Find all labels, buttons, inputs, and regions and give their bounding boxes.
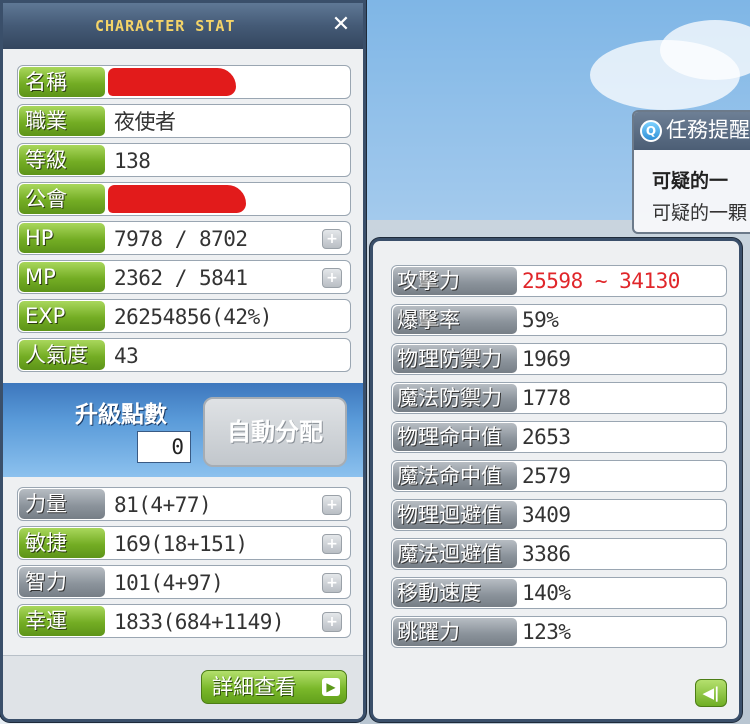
- auto-assign-button[interactable]: 自動分配: [203, 397, 347, 467]
- detail-value: 59%: [522, 308, 559, 332]
- stat-row-int: 智力 101(4+97) +: [17, 565, 351, 599]
- stat-value: 7978 / 8702: [114, 227, 248, 251]
- stat-label: 智力: [19, 567, 105, 597]
- stat-label: 幸運: [19, 606, 105, 636]
- detail-label: 魔法防禦力: [393, 384, 517, 412]
- arrow-right-icon: ▶: [322, 678, 340, 696]
- detail-label: 物理命中值: [393, 423, 517, 451]
- detail-label: 物理防禦力: [393, 345, 517, 373]
- add-luk-button[interactable]: +: [322, 612, 342, 632]
- detail-label: 爆擊率: [393, 306, 517, 334]
- stat-row-str: 力量 81(4+77) +: [17, 487, 351, 521]
- detail-value: 1969: [522, 347, 571, 371]
- stat-label: 敏捷: [19, 528, 105, 558]
- stat-value: 43: [114, 344, 139, 368]
- redaction-mark: [108, 68, 236, 96]
- stat-label: 職業: [19, 106, 105, 136]
- detail-value: 140%: [522, 581, 571, 605]
- quest-name[interactable]: 可疑的一: [652, 166, 728, 193]
- window-title: CHARACTER STAT: [95, 17, 236, 35]
- add-dex-button[interactable]: +: [322, 534, 342, 554]
- stat-row-exp: EXP 26254856(42%): [17, 299, 351, 333]
- redaction-mark: [108, 185, 246, 213]
- stat-row-mp: MP 2362 / 5841 +: [17, 260, 351, 294]
- detail-row-speed: 移動速度 140%: [391, 577, 727, 609]
- add-mp-button[interactable]: +: [322, 268, 342, 288]
- ability-points-value: 0: [137, 431, 191, 463]
- stat-label: EXP: [19, 301, 105, 331]
- stat-label: MP: [19, 262, 105, 292]
- add-hp-button[interactable]: +: [322, 229, 342, 249]
- quest-titlebar[interactable]: Q 任務提醒: [634, 112, 750, 150]
- detail-row-magic-acc: 魔法命中值 2579: [391, 460, 727, 492]
- detail-row-attack: 攻擊力 25598 ~ 34130: [391, 265, 727, 297]
- detail-view-button[interactable]: 詳細查看 ▶: [201, 670, 347, 704]
- stat-value: 138: [114, 149, 151, 173]
- stat-value: 101(4+97): [114, 571, 224, 595]
- quest-icon: Q: [640, 120, 662, 142]
- detail-value: 2579: [522, 464, 571, 488]
- stat-label: 等級: [19, 145, 105, 175]
- detail-stat-window: 攻擊力 25598 ~ 34130 爆擊率 59% 物理防禦力 1969 魔法防…: [370, 238, 742, 722]
- detail-row-phys-def: 物理防禦力 1969: [391, 343, 727, 375]
- stat-row-level: 等級 138: [17, 143, 351, 177]
- stat-label: 公會: [19, 184, 105, 214]
- stat-row-name: 名稱: [17, 65, 351, 99]
- detail-value: 1778: [522, 386, 571, 410]
- stat-value: 1833(684+1149): [114, 610, 285, 634]
- detail-value: 3386: [522, 542, 571, 566]
- stat-label: 人氣度: [19, 340, 105, 370]
- detail-label: 攻擊力: [393, 267, 517, 295]
- stat-label: 名稱: [19, 67, 105, 97]
- detail-view-label: 詳細查看: [212, 675, 296, 699]
- add-int-button[interactable]: +: [322, 573, 342, 593]
- detail-label: 魔法命中值: [393, 462, 517, 490]
- ability-points-panel: 升級點數 0 自動分配: [3, 383, 363, 477]
- stat-label: HP: [19, 223, 105, 253]
- stat-value: 169(18+151): [114, 532, 248, 556]
- quest-title: 任務提醒: [666, 118, 750, 142]
- detail-row-phys-avoid: 物理迴避值 3409: [391, 499, 727, 531]
- stat-row-guild: 公會: [17, 182, 351, 216]
- collapse-button[interactable]: ◀|: [695, 679, 727, 707]
- detail-label: 跳躍力: [393, 618, 517, 646]
- ability-points-label: 升級點數: [75, 402, 167, 428]
- detail-label: 移動速度: [393, 579, 517, 607]
- quest-reminder-window[interactable]: Q 任務提醒 可疑的一 可疑的一顆: [632, 110, 750, 234]
- stat-row-hp: HP 7978 / 8702 +: [17, 221, 351, 255]
- detail-row-magic-avoid: 魔法迴避值 3386: [391, 538, 727, 570]
- character-stat-window: CHARACTER STAT ✕ 名稱 職業 夜使者 等級 138 公會 HP …: [0, 0, 366, 722]
- stat-row-luk: 幸運 1833(684+1149) +: [17, 604, 351, 638]
- stat-footer: 詳細查看 ▶: [3, 655, 363, 719]
- detail-row-crit-rate: 爆擊率 59%: [391, 304, 727, 336]
- detail-row-phys-acc: 物理命中值 2653: [391, 421, 727, 453]
- stat-value: 2362 / 5841: [114, 266, 248, 290]
- detail-row-magic-def: 魔法防禦力 1778: [391, 382, 727, 414]
- detail-label: 物理迴避值: [393, 501, 517, 529]
- add-str-button[interactable]: +: [322, 495, 342, 515]
- stat-value: 夜使者: [114, 110, 176, 134]
- stat-label: 力量: [19, 489, 105, 519]
- window-titlebar[interactable]: CHARACTER STAT ✕: [3, 3, 363, 49]
- detail-label: 魔法迴避值: [393, 540, 517, 568]
- detail-value: 123%: [522, 620, 571, 644]
- stat-row-dex: 敏捷 169(18+151) +: [17, 526, 351, 560]
- detail-row-jump: 跳躍力 123%: [391, 616, 727, 648]
- stat-row-job: 職業 夜使者: [17, 104, 351, 138]
- close-icon[interactable]: ✕: [329, 13, 353, 37]
- detail-value: 25598 ~ 34130: [522, 269, 680, 293]
- detail-value: 2653: [522, 425, 571, 449]
- stat-row-fame: 人氣度 43: [17, 338, 351, 372]
- stat-value: 26254856(42%): [114, 305, 272, 329]
- detail-value: 3409: [522, 503, 571, 527]
- stat-value: 81(4+77): [114, 493, 212, 517]
- quest-description: 可疑的一顆: [652, 202, 748, 224]
